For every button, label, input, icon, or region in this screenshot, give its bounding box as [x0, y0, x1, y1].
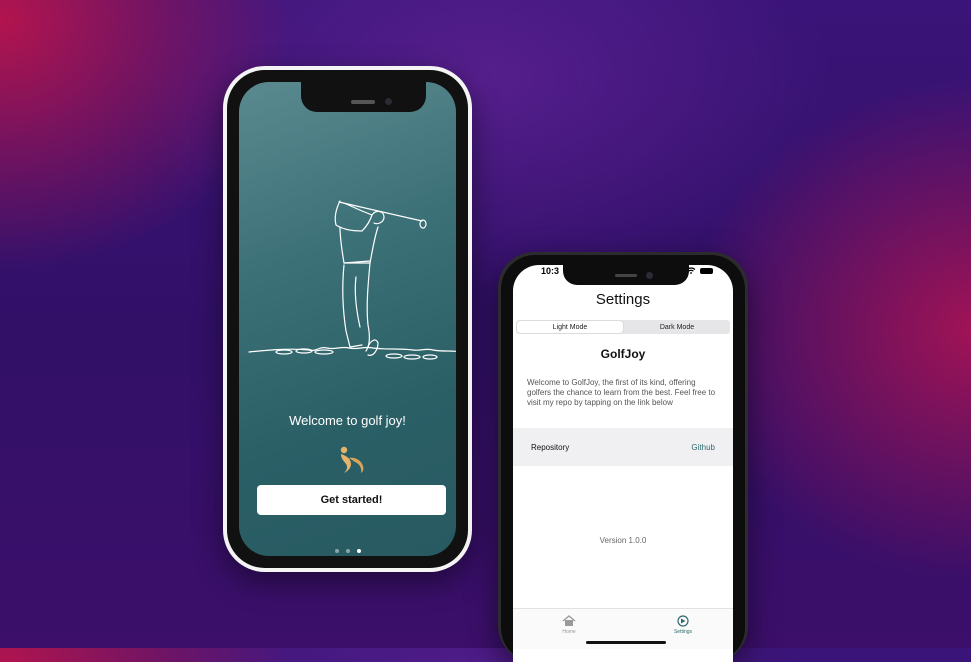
- app-name: GolfJoy: [600, 347, 646, 361]
- golfer-illustration: [248, 200, 456, 360]
- repository-row[interactable]: Repository Github: [513, 428, 733, 466]
- tab-settings-label: Settings: [673, 629, 693, 635]
- phone-bezel: Welcome to golf joy! Get started!: [227, 70, 468, 568]
- github-link[interactable]: Github: [691, 443, 715, 452]
- tab-settings[interactable]: Settings: [663, 615, 703, 635]
- about-text: Welcome to GolfJoy, the first of its kin…: [527, 378, 716, 407]
- welcome-screen: Welcome to golf joy! Get started!: [239, 82, 456, 556]
- notch: [563, 265, 689, 285]
- version-text: Version 1.0.0: [599, 536, 647, 545]
- phone-bezel: 10:3 Settings Light Mode Dark Mode GolfJ…: [501, 255, 745, 662]
- status-time: 10:3: [541, 266, 560, 276]
- page-indicator[interactable]: [239, 549, 456, 553]
- golf-swing-logo-icon: [340, 446, 364, 473]
- camera: [385, 98, 392, 105]
- home-indicator: [586, 641, 666, 644]
- tab-home-label: Home: [562, 629, 576, 635]
- speaker: [351, 100, 375, 104]
- page-dot-active[interactable]: [356, 549, 361, 553]
- speaker: [615, 274, 637, 277]
- light-mode-option[interactable]: Light Mode: [517, 321, 623, 333]
- get-started-button[interactable]: Get started!: [257, 485, 446, 515]
- page-dot[interactable]: [345, 549, 350, 553]
- repository-label: Repository: [531, 442, 570, 452]
- notch: [301, 82, 426, 112]
- settings-phone: 10:3 Settings Light Mode Dark Mode GolfJ…: [498, 252, 748, 662]
- house-icon: [562, 615, 576, 626]
- dark-mode-option[interactable]: Dark Mode: [624, 320, 730, 334]
- camera: [646, 272, 653, 279]
- settings-icon: [677, 615, 689, 627]
- page-dot[interactable]: [334, 549, 339, 553]
- battery-icon: [700, 267, 713, 274]
- tab-home[interactable]: Home: [549, 615, 589, 635]
- status-icons: [686, 267, 713, 274]
- page-title: Settings: [595, 291, 651, 308]
- appearance-mode-control[interactable]: Light Mode Dark Mode: [516, 320, 730, 334]
- settings-screen: 10:3 Settings Light Mode Dark Mode GolfJ…: [513, 265, 733, 662]
- welcome-text: Welcome to golf joy!: [289, 413, 406, 428]
- welcome-phone: Welcome to golf joy! Get started!: [223, 66, 472, 572]
